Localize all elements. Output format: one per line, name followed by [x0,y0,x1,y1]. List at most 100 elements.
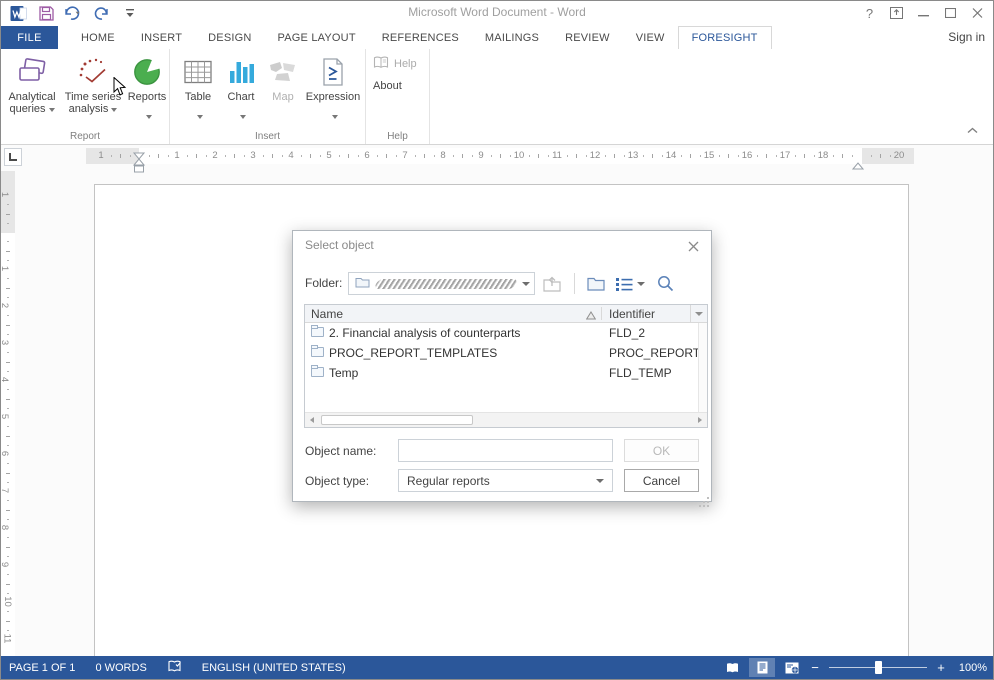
redacted-folder-path [374,279,519,289]
zoom-out-button[interactable]: − [809,660,821,675]
tab-foresight[interactable]: FORESIGHT [678,26,772,49]
language-status[interactable]: ENGLISH (UNITED STATES) [202,662,346,674]
ribbon: Analytical queries Time series analysis … [1,49,993,145]
search-button[interactable] [653,272,677,295]
page-count-status[interactable]: PAGE 1 OF 1 [9,662,75,674]
analytical-queries-button[interactable]: Analytical queries [3,49,61,129]
about-button[interactable]: About [366,75,429,96]
word-count-status[interactable]: 0 WORDS [95,662,146,674]
tab-references[interactable]: REFERENCES [369,26,472,49]
reports-pie-icon [133,54,161,90]
ok-button: OK [624,439,699,462]
minimize-icon[interactable] [910,3,937,23]
ruler-number: 8 [0,525,10,530]
help-icon[interactable]: ? [856,3,883,23]
toolbar-separator [574,273,575,294]
dropdown-caret-icon [146,115,152,119]
object-type-dropdown[interactable]: Regular reports [398,469,613,492]
window-controls: ? [856,3,991,23]
tabs-container: HOMEINSERTDESIGNPAGE LAYOUTREFERENCESMAI… [68,26,772,49]
cancel-button[interactable]: Cancel [624,469,699,492]
ruler-number: 20 [894,150,905,161]
resize-grip[interactable] [707,497,709,499]
object-identifier: PROC_REPORT_TE [609,346,708,360]
list-item[interactable]: 2. Financial analysis of counterpartsFLD… [305,323,707,343]
scroll-right-icon[interactable] [693,413,707,427]
chart-button[interactable]: Chart [220,49,262,129]
tab-mailings[interactable]: MAILINGS [472,26,552,49]
list-item[interactable]: TempFLD_TEMP [305,363,707,383]
tab-home[interactable]: HOME [68,26,128,49]
proofing-status-icon[interactable] [167,660,182,676]
ruler-number: 13 [628,150,639,161]
ruler-number: 3 [250,150,255,161]
ruler-number: 18 [818,150,829,161]
tab-review[interactable]: REVIEW [552,26,623,49]
dialog-close-icon[interactable] [685,238,701,254]
column-divider [601,307,602,320]
expression-button[interactable]: Expression [304,49,362,129]
tab-view[interactable]: VIEW [623,26,678,49]
horizontal-ruler[interactable]: 112345678910111213141516171820 [86,148,914,164]
chevron-down-icon [596,479,604,483]
collapse-ribbon-icon[interactable] [963,123,981,137]
ribbon-group-insert: Table Chart Map [170,49,366,144]
read-mode-icon[interactable] [719,658,745,677]
ruler-number: 9 [0,562,10,567]
word-window: Microsoft Word Document - Word ? FILE HO… [0,0,994,680]
column-header-identifier[interactable]: Identifier [609,307,655,321]
horizontal-scrollbar[interactable] [305,412,707,427]
group-label-help: Help [366,131,429,142]
object-name-input[interactable] [398,439,613,462]
ribbon-display-options-icon[interactable] [883,3,910,23]
folder-icon [311,327,324,337]
folder-label: Folder: [305,276,342,290]
hanging-indent-marker[interactable] [133,158,145,179]
ruler-number: 1 [98,150,103,161]
tab-design[interactable]: DESIGN [195,26,264,49]
object-name-label: Object name: [305,444,376,458]
ruler-number: 10 [2,596,13,607]
view-mode-button[interactable] [615,272,645,295]
zoom-level[interactable]: 100% [951,662,987,674]
object-type-value: Regular reports [407,474,490,488]
map-button: Map [264,49,302,129]
reports-button[interactable]: Reports [125,49,169,129]
ruler-number: 6 [0,451,10,456]
ruler-number: 17 [780,150,791,161]
vertical-scrollbar[interactable] [698,323,707,412]
right-indent-marker[interactable] [852,157,864,175]
new-folder-button[interactable] [584,272,608,295]
zoom-slider[interactable] [829,661,927,674]
close-icon[interactable] [964,3,991,23]
zoom-slider-thumb[interactable] [875,661,882,674]
status-bar: PAGE 1 OF 1 0 WORDS ENGLISH (UNITED STAT… [1,656,993,679]
list-header: Name Identifier [305,305,707,323]
column-header-name[interactable]: Name [311,307,343,321]
table-button[interactable]: Table [178,49,218,129]
expression-icon [321,54,345,90]
ruler-number: 15 [704,150,715,161]
ruler-number: 6 [364,150,369,161]
zoom-in-button[interactable]: + [935,660,947,675]
ruler-number: 1 [0,266,10,271]
vertical-ruler[interactable]: 11234567891011 [1,145,16,658]
group-label-report: Report [1,131,169,142]
maximize-icon[interactable] [937,3,964,23]
ruler-number: 7 [402,150,407,161]
tab-insert[interactable]: INSERT [128,26,195,49]
folder-icon [311,347,324,357]
sign-in-link[interactable]: Sign in [948,30,985,44]
web-layout-icon[interactable] [779,658,805,677]
analytical-queries-icon [16,54,48,90]
folder-combobox[interactable] [348,272,535,295]
tab-file[interactable]: FILE [1,26,58,49]
scroll-left-icon[interactable] [305,413,319,427]
list-item[interactable]: PROC_REPORT_TEMPLATESPROC_REPORT_TE [305,343,707,363]
print-layout-icon[interactable] [749,658,775,677]
tab-page-layout[interactable]: PAGE LAYOUT [265,26,369,49]
ruler-number: 7 [0,488,10,493]
scrollbar-thumb[interactable] [321,415,473,425]
column-filter-button[interactable] [690,305,707,322]
dropdown-caret-icon [111,108,117,112]
